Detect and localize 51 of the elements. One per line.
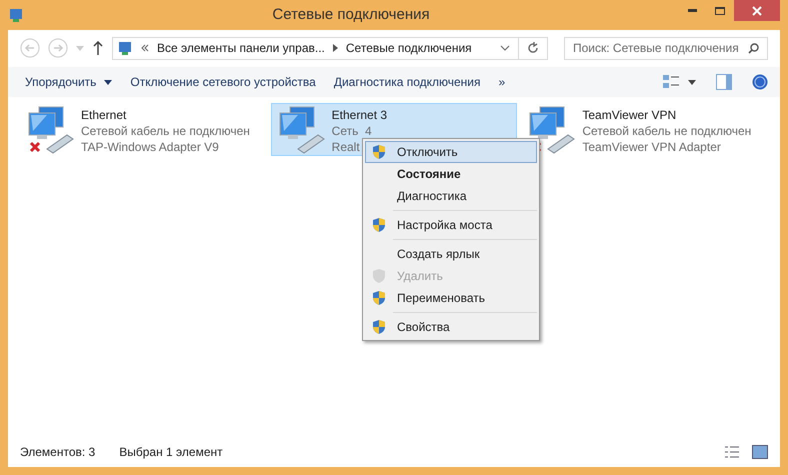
caret-icon[interactable]: [688, 80, 696, 84]
menu-item[interactable]: Состояние: [365, 163, 537, 185]
search-input[interactable]: Поиск: Сетевые подключения: [573, 39, 748, 57]
minimize-icon: [688, 9, 696, 12]
chevron-icon: [141, 44, 149, 52]
connection-status: Сетевой кабель не подключен: [582, 123, 752, 139]
network-folder-icon: [8, 7, 24, 23]
menu-item[interactable]: Настройка моста: [365, 214, 537, 236]
refresh-icon[interactable]: [527, 42, 539, 54]
address-segment[interactable]: Сетевые подключения: [346, 39, 492, 57]
large-icons-view-icon[interactable]: [752, 445, 768, 459]
menu-item[interactable]: Переименовать: [365, 287, 537, 309]
breadcrumb-arrow-icon: [332, 44, 338, 52]
search-field[interactable]: Поиск: Сетевые подключения: [564, 36, 768, 60]
close-button[interactable]: [734, 0, 780, 21]
connection-status: Сеть 4: [332, 123, 372, 139]
menu-item[interactable]: Отключить: [365, 141, 537, 163]
shield-icon: [371, 144, 387, 160]
address-segment[interactable]: Все элементы панели управ...: [157, 39, 325, 57]
toolbar-button[interactable]: Диагностика подключения: [324, 67, 490, 97]
caret-icon: [104, 80, 112, 84]
menu-item[interactable]: Свойства: [365, 316, 537, 338]
toolbar-button[interactable]: Упорядочить: [16, 67, 122, 97]
details-view-icon[interactable]: [724, 445, 740, 459]
shield-icon: [371, 319, 387, 335]
menu-item[interactable]: Диагностика: [365, 185, 537, 207]
item-count: Элементов: 3: [20, 444, 96, 461]
up-arrow-icon[interactable]: [92, 41, 104, 55]
search-icon: [748, 42, 759, 54]
menu-item[interactable]: Создать ярлык: [365, 243, 537, 265]
connection-item[interactable]: Ethernet Сетевой кабель не подключен TAP-Windows Adapter V9: [20, 103, 267, 156]
adapter-name: TeamViewer VPN Adapter: [582, 139, 721, 155]
connection-name: TeamViewer VPN: [582, 107, 676, 123]
view-options-icon[interactable]: [662, 74, 680, 90]
toolbar-button[interactable]: Отключение сетевого устройства: [121, 67, 325, 97]
adapter-name: TAP-Windows Adapter V9: [81, 139, 219, 155]
maximize-icon: [715, 6, 725, 14]
connection-name: Ethernet: [81, 107, 126, 123]
toolbar-button[interactable]: »: [490, 67, 514, 97]
dropdown-icon[interactable]: [500, 45, 510, 51]
connection-name: Ethernet 3: [332, 107, 388, 123]
shield-icon: [371, 290, 387, 306]
window-title: Сетевые подключения: [271, 4, 431, 25]
close-icon: [752, 6, 762, 16]
address-bar[interactable]: Все элементы панели управ... Сетевые подключения: [112, 36, 548, 60]
connection-status: Сетевой кабель не подключен: [81, 123, 250, 139]
adapter-name: Realt: [332, 139, 360, 155]
shield-icon: [371, 268, 387, 284]
network-folder-icon: [117, 40, 133, 56]
selection-status: Выбран 1 элемент: [119, 444, 223, 461]
shield-icon: [371, 217, 387, 233]
